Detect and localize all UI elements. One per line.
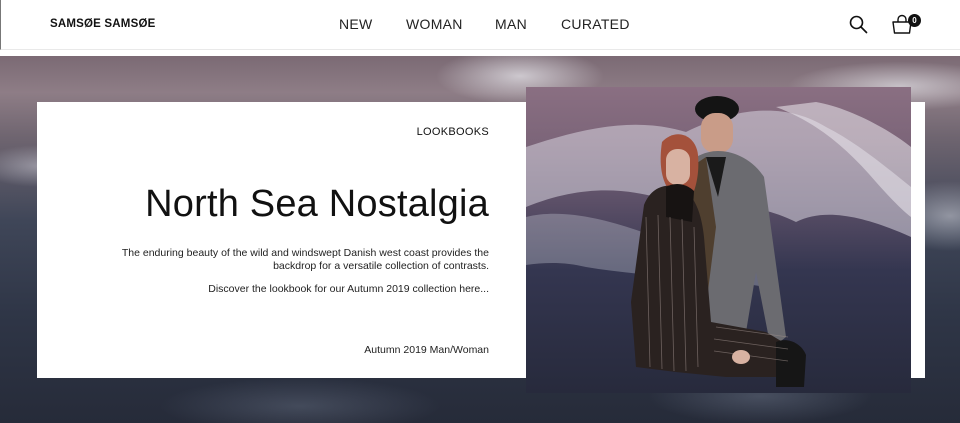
models-illustration [526, 96, 911, 387]
search-icon[interactable] [849, 15, 868, 39]
lookbook-photo[interactable] [526, 87, 911, 393]
lookbook-link[interactable]: Discover the lookbook for our Autumn 201… [208, 283, 489, 295]
hero-description: The enduring beauty of the wild and wind… [121, 247, 489, 272]
hero-card: LOOKBOOKS North Sea Nostalgia The enduri… [37, 102, 526, 378]
collection-meta: Autumn 2019 Man/Woman [364, 344, 489, 356]
hero-title: North Sea Nostalgia [145, 183, 489, 225]
bag-count-badge: 0 [908, 14, 921, 27]
shopping-bag-button[interactable]: 0 [891, 13, 923, 37]
nav-item-woman[interactable]: WOMAN [406, 16, 463, 32]
site-header: SAMSØE SAMSØE NEW WOMAN MAN CURATED 0 [0, 0, 960, 50]
nav-item-new[interactable]: NEW [339, 16, 373, 32]
nav-item-man[interactable]: MAN [495, 16, 527, 32]
hero-banner: LOOKBOOKS North Sea Nostalgia The enduri… [0, 56, 960, 423]
main-nav: NEW WOMAN MAN CURATED [1, 16, 960, 36]
section-kicker[interactable]: LOOKBOOKS [417, 126, 489, 138]
nav-item-curated[interactable]: CURATED [561, 16, 630, 32]
